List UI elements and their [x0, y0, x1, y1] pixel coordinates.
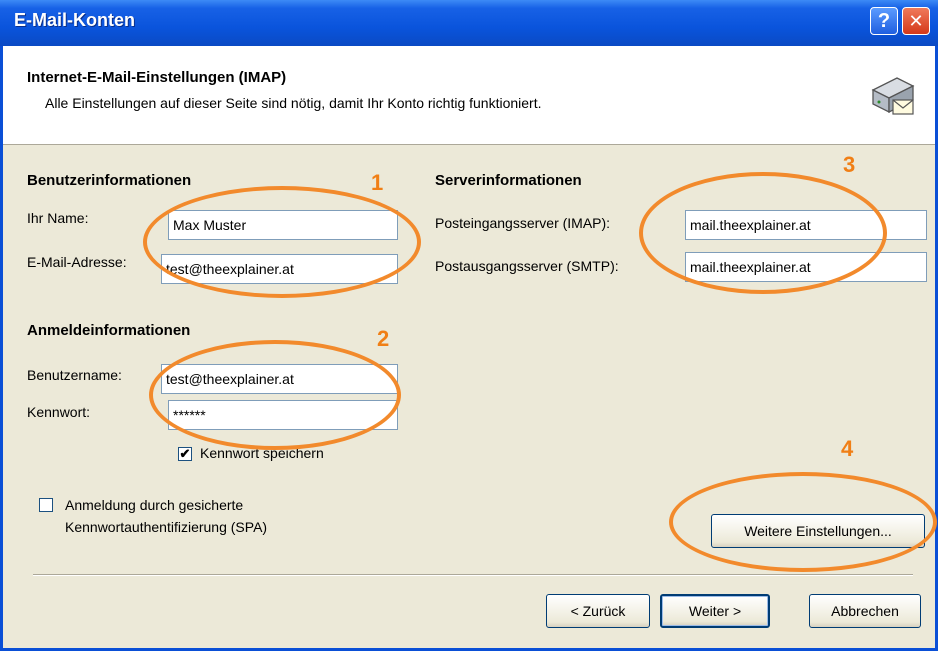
- annotation-ring-3: [639, 172, 887, 294]
- incoming-server-label: Posteingangsserver (IMAP):: [435, 215, 611, 231]
- spa-checkbox[interactable]: [39, 498, 53, 512]
- outgoing-server-label: Postausgangsserver (SMTP):: [435, 258, 619, 274]
- next-button[interactable]: Weiter >: [660, 594, 770, 628]
- separator: [33, 574, 913, 576]
- title-bar[interactable]: E-Mail-Konten ? ✕: [0, 0, 938, 46]
- mail-server-icon: [867, 74, 917, 123]
- name-label: Ihr Name:: [27, 210, 89, 226]
- username-label: Benutzername:: [27, 367, 122, 383]
- close-button[interactable]: ✕: [902, 7, 930, 35]
- annotation-number-2: 2: [377, 326, 390, 351]
- spa-label-line1: Anmeldung durch gesicherte: [65, 497, 244, 513]
- save-password-checkbox[interactable]: ✔: [178, 447, 192, 461]
- annotation-ring-4: [669, 472, 937, 572]
- login-info-heading: Anmeldeinformationen: [27, 322, 191, 339]
- annotation-number-4: 4: [841, 436, 854, 461]
- window-title: E-Mail-Konten: [14, 10, 135, 30]
- dialog-window: E-Mail-Konten ? ✕ Internet-E-Mail-Einste…: [0, 0, 938, 651]
- header-subtitle: Alle Einstellungen auf dieser Seite sind…: [45, 95, 542, 111]
- server-info-heading: Serverinformationen: [435, 172, 582, 189]
- annotation-number-1: 1: [371, 170, 384, 195]
- annotation-ring-1: [143, 186, 421, 298]
- header-title: Internet-E-Mail-Einstellungen (IMAP): [27, 69, 287, 86]
- annotation-ring-2: [149, 340, 401, 450]
- email-label: E-Mail-Adresse:: [27, 254, 127, 270]
- password-label: Kennwort:: [27, 404, 91, 420]
- help-button[interactable]: ?: [870, 7, 898, 35]
- back-button[interactable]: < Zurück: [546, 594, 650, 628]
- user-info-heading: Benutzerinformationen: [27, 172, 192, 189]
- annotation-number-3: 3: [843, 152, 856, 177]
- header-panel: Internet-E-Mail-Einstellungen (IMAP) All…: [3, 46, 935, 145]
- cancel-button[interactable]: Abbrechen: [809, 594, 921, 628]
- spa-label-line2: Kennwortauthentifizierung (SPA): [65, 519, 268, 535]
